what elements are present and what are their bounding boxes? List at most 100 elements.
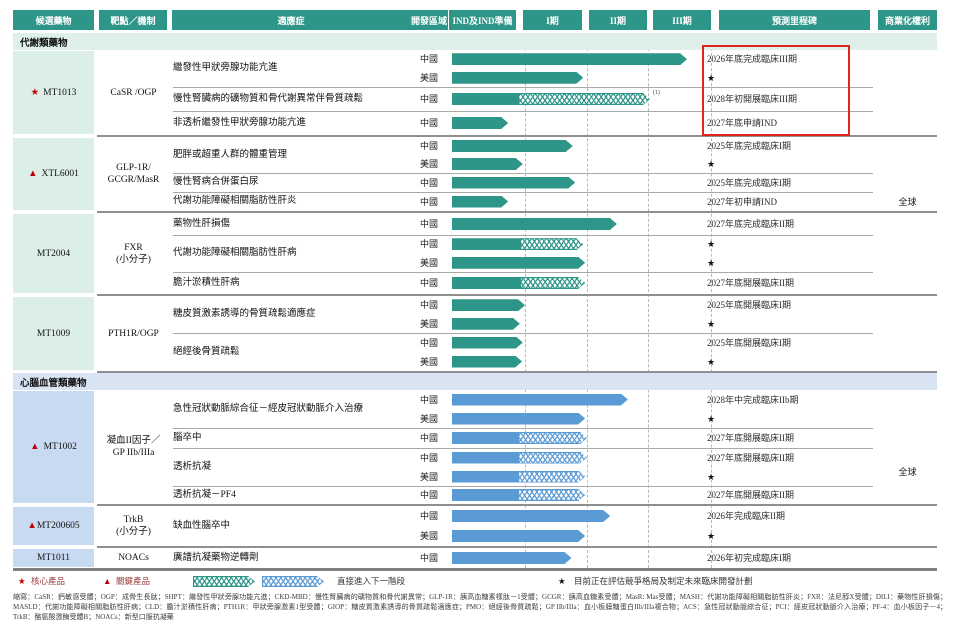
region-label: 中國 — [410, 238, 448, 250]
target-cell-MT200605: TrkB(小分子) — [100, 506, 167, 546]
key-product-icon: ▲ — [30, 442, 39, 452]
region-label: 美國 — [410, 413, 448, 425]
milestone-text: 2025年底開展臨床I期 — [707, 337, 867, 349]
phase-bar — [452, 257, 585, 269]
milestone-text: 2027年底開展臨床II期 — [707, 489, 867, 501]
phase-boundary-gridline — [648, 33, 649, 568]
clinical-pipeline-figure: 候選藥物靶點／機制適應症開發區域IND及IND準備I期II期III期預測里程碑商… — [0, 0, 960, 625]
milestone-text: 2025年底完成臨床I期 — [707, 140, 867, 152]
milestone-text: 2026年初完成臨床I期 — [707, 552, 867, 564]
phase-boundary-gridline — [525, 33, 526, 568]
region-label: 中國 — [410, 218, 448, 230]
phase-bar — [452, 53, 687, 65]
region-label: 中國 — [410, 177, 448, 189]
footnote-abbreviations: 縮寫：CaSR：鈣敏感受體；OGP：成骨生長肽；SHPT：繼發性甲狀旁腺功能亢進… — [13, 592, 947, 622]
milestone-text: 2027年底開展臨床II期 — [707, 277, 867, 289]
phase-bar — [452, 93, 650, 105]
target-cell-MT1011: NOACs — [100, 548, 167, 568]
milestone-star-icon: ★ — [707, 356, 715, 368]
column-header-target-mechanism: 靶點／機制 — [99, 10, 167, 30]
region-label: 中國 — [410, 432, 448, 444]
region-label: 中國 — [410, 489, 448, 501]
phase-bar — [452, 356, 522, 368]
phase-bar-hatched-segment — [518, 452, 587, 464]
phase-bar — [452, 177, 575, 189]
target-cell-XTL6001: GLP-1R/GCGR/MasR — [100, 137, 167, 211]
milestone-star-icon: ★ — [707, 471, 715, 483]
candidate-cell-MT1013: ★MT1013 — [13, 51, 94, 134]
target-line: GCGR/MasR — [108, 174, 160, 186]
target-cell-MT1013: CaSR /OGP — [100, 50, 167, 135]
phase-bar — [452, 489, 585, 501]
candidate-code: MT200605 — [37, 521, 80, 531]
indication-label: 急性冠狀動脈綜合征－經皮冠狀動脈介入治療 — [173, 390, 410, 428]
target-line: PTH1R/OGP — [108, 328, 159, 340]
candidate-cell-MT1009: MT1009 — [13, 297, 94, 370]
candidate-code: XTL6001 — [41, 169, 78, 179]
region-label: 美國 — [410, 72, 448, 84]
region-label: 中國 — [410, 196, 448, 208]
phase-bar — [452, 299, 525, 311]
table-bottom-border — [13, 568, 937, 571]
phase-bar — [452, 510, 610, 522]
milestone-star-icon: ★ — [707, 238, 715, 250]
direct-next-stage-label: 直接進入下一階段 — [337, 575, 405, 587]
candidate-cell-MT1011: MT1011 — [13, 549, 94, 567]
column-header-ind-prep: IND及IND準備 — [449, 10, 516, 30]
indication-label: 腦卒中 — [173, 428, 410, 448]
column-header-phase-3: III期 — [653, 10, 711, 30]
key-product-icon: ▲ — [27, 521, 36, 531]
phase-bar — [452, 238, 583, 250]
phase-bar-solid-segment — [452, 452, 518, 464]
region-label: 中國 — [410, 394, 448, 406]
phase-bar — [452, 140, 573, 152]
column-header-phase-1: I期 — [523, 10, 582, 30]
phase-bar — [452, 117, 508, 129]
indication-label: 慢性腎臟病的礦物質和骨代謝異常伴骨質疏鬆 — [173, 87, 410, 111]
region-label: 中國 — [410, 510, 448, 522]
candidate-cell-MT2004: MT2004 — [13, 214, 94, 293]
target-line: GP IIb/IIIa — [113, 447, 155, 459]
milestone-text: 2025年底完成臨床I期 — [707, 177, 867, 189]
target-line: FXR — [124, 242, 142, 254]
key-product-triangle-icon: ▲ — [103, 575, 111, 587]
phase-bar — [452, 158, 523, 170]
phase-bar — [452, 413, 585, 425]
green-hatched-arrow-icon — [193, 576, 255, 587]
candidate-code: MT2004 — [37, 249, 70, 259]
phase-bar — [452, 452, 587, 464]
milestone-star-icon: ★ — [707, 158, 715, 170]
candidate-code: MT1002 — [44, 442, 77, 452]
target-line: CaSR /OGP — [110, 87, 156, 99]
target-line: GLP-1R/ — [116, 162, 151, 174]
candidate-cell-MT200605: ▲MT200605 — [13, 507, 94, 545]
phase-bar — [452, 552, 572, 564]
phase-bar-hatched-segment — [518, 489, 585, 501]
phase-bar — [452, 471, 585, 483]
indication-label: 廣譜抗凝藥物逆轉劑 — [173, 548, 410, 568]
candidate-code: MT1013 — [43, 88, 76, 98]
phase-bar — [452, 72, 583, 84]
column-header-phase-2: II期 — [589, 10, 647, 30]
candidate-cell-XTL6001: ▲XTL6001 — [13, 138, 94, 210]
indication-label: 藥物性肝損傷 — [173, 213, 410, 235]
column-header-region: 開發區域 — [410, 10, 448, 30]
milestone-text: 2026年完成臨床II期 — [707, 510, 867, 522]
milestone-star-icon: ★ — [707, 257, 715, 269]
indication-label: 缺血性腦卒中 — [173, 506, 410, 546]
indication-label: 糖皮質激素誘導的骨質疏鬆適應症 — [173, 296, 410, 333]
phase-bar-hatched-segment — [518, 471, 585, 483]
region-label: 中國 — [410, 452, 448, 464]
evaluation-star-icon: ★ — [558, 575, 566, 587]
phase-bar — [452, 394, 628, 406]
target-cell-MT2004: FXR(小分子) — [100, 213, 167, 294]
indication-label: 繼發性甲狀旁腺功能亢進 — [173, 50, 410, 87]
target-line: 凝血II因子／ — [107, 435, 161, 447]
region-label: 中國 — [410, 140, 448, 152]
region-label: 中國 — [410, 337, 448, 349]
target-cell-MT1002: 凝血II因子／GP IIb/IIIa — [100, 390, 167, 504]
milestone-star-icon: ★ — [707, 318, 715, 330]
phase-bar — [452, 218, 617, 230]
phase-bar-hatched-segment — [518, 432, 587, 444]
candidate-cell-MT1002: ▲ MT1002 — [13, 391, 94, 503]
